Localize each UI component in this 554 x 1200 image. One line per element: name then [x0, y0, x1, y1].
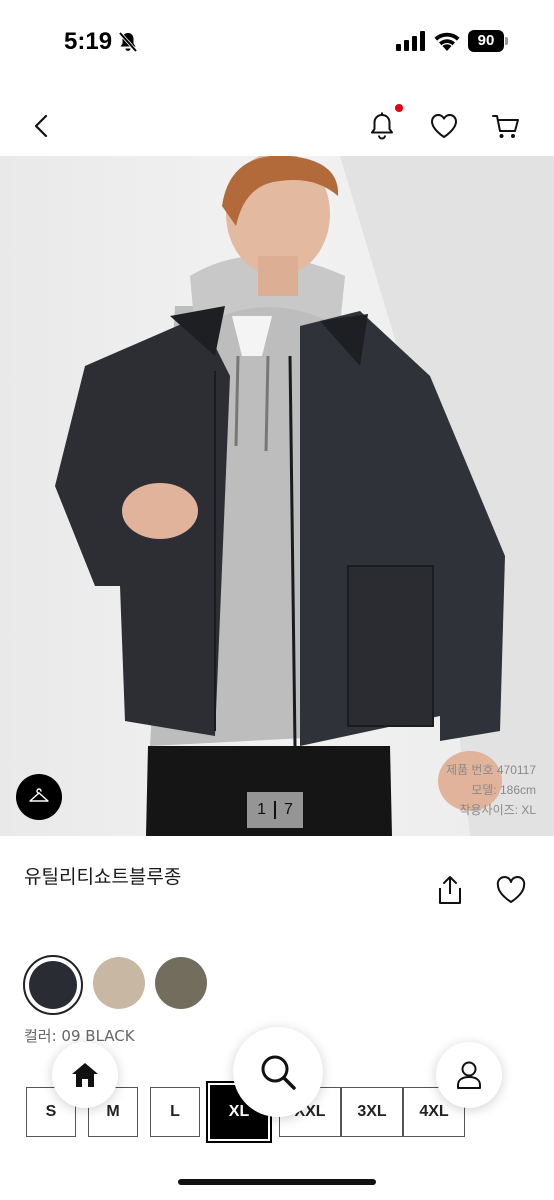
- page-total: 7: [284, 801, 293, 818]
- nav-profile-button[interactable]: [436, 1042, 502, 1108]
- color-swatch-fill: [29, 961, 77, 1009]
- model-height: 모델: 186cm: [471, 783, 536, 797]
- product-number: 제품 번호 470117: [446, 763, 536, 777]
- page-current: 1: [257, 801, 266, 818]
- search-icon: [261, 1055, 296, 1090]
- app-header: [0, 90, 554, 156]
- fit-guide-button[interactable]: [16, 774, 62, 820]
- bell-muted-icon: [118, 31, 138, 53]
- battery-level: 90: [468, 30, 504, 52]
- bell-icon[interactable]: [366, 110, 398, 142]
- battery-indicator: 90: [468, 30, 508, 52]
- user-icon: [457, 1061, 481, 1089]
- share-icon[interactable]: [436, 874, 464, 906]
- nav-search-button[interactable]: [233, 1027, 323, 1117]
- nav-home-button[interactable]: [52, 1042, 118, 1108]
- color-swatch-olive[interactable]: [155, 957, 207, 1009]
- cart-icon[interactable]: [490, 110, 522, 142]
- model-info: 제품 번호 470117 모델: 186cm 착용사이즈: XL: [446, 760, 536, 820]
- color-swatch-black[interactable]: [23, 955, 83, 1015]
- image-page-indicator: 1 7: [247, 792, 303, 828]
- product-photo: [55, 156, 554, 836]
- notification-dot: [395, 104, 403, 112]
- chevron-left-icon[interactable]: [26, 110, 58, 142]
- size-button-3xl[interactable]: 3XL: [341, 1087, 403, 1137]
- product-image-carousel[interactable]: 제품 번호 470117 모델: 186cm 착용사이즈: XL 1 7: [0, 156, 554, 836]
- size-worn: 착용사이즈: XL: [459, 803, 536, 817]
- status-bar: 5:19 90: [0, 0, 554, 84]
- cellular-signal-icon: [396, 31, 425, 51]
- product-title: 유틸리티쇼트블루종: [24, 866, 182, 888]
- heart-icon[interactable]: [428, 110, 460, 142]
- color-swatch-beige[interactable]: [93, 957, 145, 1009]
- wifi-icon: [434, 32, 460, 51]
- home-indicator: [178, 1179, 376, 1185]
- heart-icon[interactable]: [496, 876, 526, 904]
- status-time: 5:19: [64, 28, 113, 55]
- size-button-l[interactable]: L: [150, 1087, 200, 1137]
- hanger-icon: [29, 788, 49, 802]
- home-icon: [72, 1063, 98, 1087]
